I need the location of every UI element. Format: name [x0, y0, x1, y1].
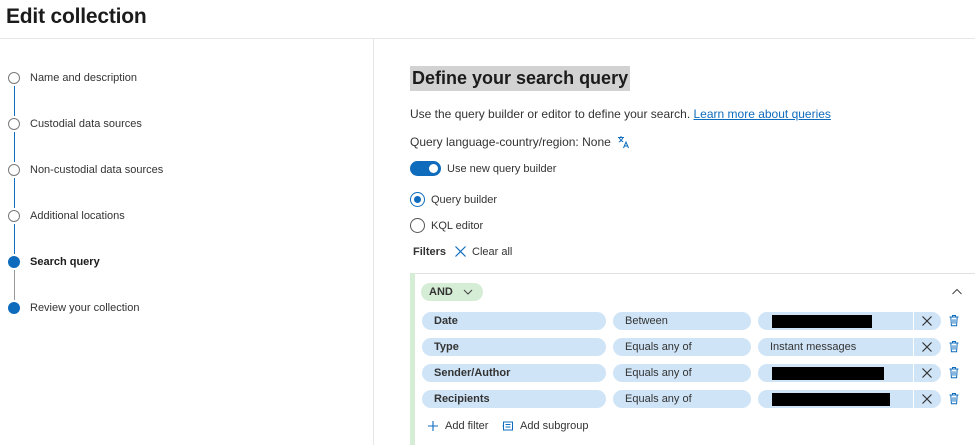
radio-label: KQL editor	[431, 219, 484, 232]
step-label: Review your collection	[30, 302, 140, 314]
chevron-down-icon	[463, 289, 473, 295]
step-review-your-collection[interactable]: Review your collection	[8, 298, 139, 318]
operator-chip[interactable]: Equals any of	[613, 338, 751, 356]
toggle-label: Use new query builder	[447, 162, 557, 175]
clear-all-button[interactable]: Clear all	[454, 245, 512, 258]
redacted-value	[772, 315, 872, 328]
value-divider	[913, 364, 914, 382]
group-operator-label: AND	[429, 286, 453, 298]
step-indicator	[8, 164, 20, 176]
redacted-value	[772, 393, 890, 406]
description: Use the query builder or editor to defin…	[410, 107, 831, 121]
clear-all-label: Clear all	[472, 245, 513, 258]
step-indicator-current	[8, 256, 20, 268]
plus-icon	[428, 421, 438, 431]
step-connector	[13, 132, 15, 162]
filters-label: Filters	[413, 245, 447, 258]
section-title: Define your search query	[410, 66, 631, 91]
query-group-accent	[410, 273, 415, 445]
step-label: Search query	[30, 256, 100, 268]
step-indicator	[8, 210, 20, 222]
learn-more-link[interactable]: Learn more about queries	[694, 107, 831, 121]
value-divider	[913, 312, 914, 330]
step-label: Additional locations	[30, 210, 125, 222]
step-label: Non-custodial data sources	[30, 164, 164, 176]
field-chip[interactable]: Recipients	[422, 390, 606, 408]
page-title: Edit collection	[6, 5, 147, 28]
add-subgroup-button[interactable]: Add subgroup	[502, 420, 589, 432]
step-indicator	[8, 72, 20, 84]
add-filter-label: Add filter	[445, 420, 489, 432]
group-operator-dropdown[interactable]: AND	[421, 283, 483, 301]
description-text: Use the query builder or editor to defin…	[410, 107, 691, 121]
filters-row: Filters Clear all	[413, 245, 512, 258]
step-additional-locations[interactable]: Additional locations	[8, 206, 125, 226]
value-divider	[913, 338, 914, 356]
radio-button[interactable]	[410, 218, 425, 233]
add-subgroup-label: Add subgroup	[520, 420, 589, 432]
field-chip[interactable]: Sender/Author	[422, 364, 606, 382]
redacted-value	[772, 367, 884, 380]
step-search-query[interactable]: Search query	[8, 252, 100, 272]
step-connector	[13, 224, 15, 254]
chevron-up-icon[interactable]	[951, 286, 963, 298]
step-connector	[13, 178, 15, 208]
radio-button-checked[interactable]	[410, 192, 425, 207]
query-language: Query language-country/region: None	[410, 135, 631, 149]
close-icon[interactable]	[921, 315, 933, 327]
close-icon[interactable]	[921, 341, 933, 353]
step-indicator	[8, 118, 20, 130]
value-divider	[913, 390, 914, 408]
step-name-and-description[interactable]: Name and description	[8, 68, 137, 88]
step-custodial-data-sources[interactable]: Custodial data sources	[8, 114, 142, 134]
radio-query-builder[interactable]: Query builder	[410, 192, 497, 207]
step-label: Custodial data sources	[30, 118, 142, 130]
step-connector	[13, 270, 15, 300]
field-chip[interactable]: Date	[422, 312, 606, 330]
header-divider	[0, 38, 975, 39]
operator-chip[interactable]: Equals any of	[613, 364, 751, 382]
step-indicator	[8, 302, 20, 314]
radio-label: Query builder	[431, 193, 498, 206]
radio-kql-editor[interactable]: KQL editor	[410, 218, 483, 233]
operator-chip[interactable]: Between	[613, 312, 751, 330]
close-icon[interactable]	[921, 393, 933, 405]
query-group	[410, 273, 975, 445]
step-connector	[13, 86, 15, 116]
close-icon	[455, 246, 466, 257]
panel-divider	[373, 39, 374, 445]
new-query-builder-toggle[interactable]	[410, 161, 441, 176]
add-filter-button[interactable]: Add filter	[427, 420, 488, 432]
delete-icon[interactable]	[948, 392, 960, 405]
delete-icon[interactable]	[948, 314, 960, 327]
translate-icon[interactable]	[617, 135, 631, 149]
operator-chip[interactable]: Equals any of	[613, 390, 751, 408]
new-query-builder-toggle-row: Use new query builder	[410, 161, 556, 176]
field-chip[interactable]: Type	[422, 338, 606, 356]
value-text: Instant messages	[770, 341, 857, 353]
delete-icon[interactable]	[948, 340, 960, 353]
add-subgroup-icon	[502, 421, 513, 431]
step-non-custodial-data-sources[interactable]: Non-custodial data sources	[8, 160, 163, 180]
step-label: Name and description	[30, 72, 138, 84]
delete-icon[interactable]	[948, 366, 960, 379]
close-icon[interactable]	[921, 367, 933, 379]
query-language-text: Query language-country/region: None	[410, 135, 611, 149]
